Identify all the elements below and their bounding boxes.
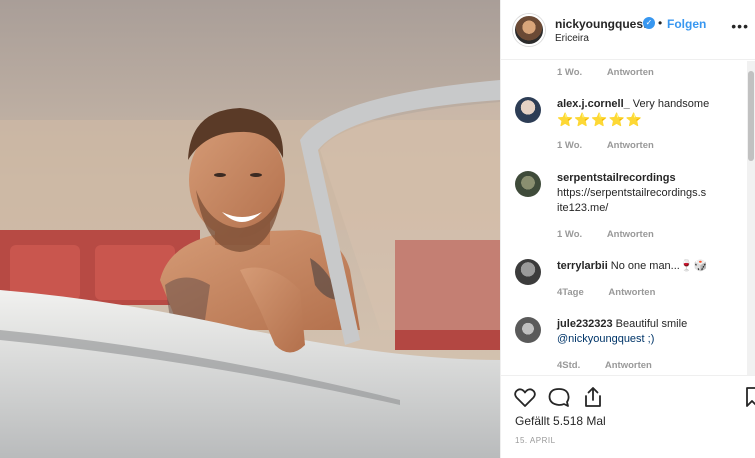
- comment-meta: 1 Wo. Antworten: [557, 140, 654, 151]
- comment-time: 4Tage: [557, 287, 584, 298]
- commenter-avatar[interactable]: [515, 171, 541, 197]
- comment-body: No one man...🍷🎲: [610, 260, 708, 272]
- comment-icon[interactable]: [547, 385, 571, 409]
- bookmark-icon[interactable]: [745, 385, 755, 409]
- likes-count[interactable]: Gefällt 5.518 Mal: [515, 414, 606, 428]
- reply-button[interactable]: Antworten: [605, 360, 652, 371]
- commenter-avatar[interactable]: [515, 97, 541, 123]
- share-icon[interactable]: [581, 385, 605, 409]
- comment-time: 1 Wo.: [557, 140, 583, 151]
- commenter-username[interactable]: terrylarbii: [557, 260, 608, 272]
- post-header: nickyoungquest ✓ • Folgen Ericeira •••: [501, 0, 755, 60]
- comment-mention[interactable]: @nickyoungquest ;): [557, 333, 654, 345]
- heart-icon[interactable]: [513, 385, 537, 409]
- post-image-illustration: [0, 0, 500, 458]
- post-side-panel: nickyoungquest ✓ • Folgen Ericeira ••• 1…: [500, 0, 755, 458]
- comment-body: Very handsome: [632, 98, 710, 110]
- commenter-username[interactable]: jule232323: [557, 318, 613, 330]
- reply-button[interactable]: Antworten: [608, 287, 655, 298]
- reply-button[interactable]: Antworten: [607, 67, 654, 78]
- post-photo[interactable]: [0, 0, 500, 458]
- comment-text: jule232323 Beautiful smile @nickyoungques…: [557, 317, 749, 347]
- comments-scrollbar[interactable]: [747, 61, 755, 375]
- comment-meta: 1 Wo. Antworten: [557, 229, 654, 240]
- follow-button[interactable]: Folgen: [667, 17, 706, 31]
- reply-button[interactable]: Antworten: [607, 140, 654, 151]
- comment-meta: 4Tage Antworten: [557, 287, 655, 298]
- comment-meta: 1 Wo. Antworten: [557, 67, 654, 78]
- author-username[interactable]: nickyoungquest: [555, 17, 647, 31]
- comment-text: alex.j.cornell_ Very handsome ⭐⭐⭐⭐⭐: [557, 97, 749, 129]
- reply-button[interactable]: Antworten: [607, 229, 654, 240]
- author-avatar[interactable]: [513, 14, 545, 46]
- comment-body: Beautiful smile: [615, 318, 688, 330]
- verified-badge-icon: ✓: [643, 17, 655, 29]
- comment-text: serpentstailrecordings https://serpentst…: [557, 171, 707, 216]
- separator-dot: •: [658, 16, 663, 30]
- comment-time: 1 Wo.: [557, 67, 583, 78]
- commenter-username[interactable]: alex.j.cornell_: [557, 98, 630, 110]
- scrollbar-thumb[interactable]: [748, 71, 754, 161]
- comment-time: 1 Wo.: [557, 229, 583, 240]
- comment-link[interactable]: https://serpentstailrecordings.site123.m…: [557, 187, 706, 214]
- comments-list: 1 Wo. Antworten alex.j.cornell_ Very hand…: [501, 61, 755, 375]
- more-options-icon[interactable]: •••: [731, 18, 749, 34]
- post-actions: Gefällt 5.518 Mal 15. APRIL: [501, 375, 755, 458]
- commenter-avatar[interactable]: [515, 259, 541, 285]
- star-emoji-row: ⭐⭐⭐⭐⭐: [557, 112, 643, 127]
- post-location[interactable]: Ericeira: [555, 33, 589, 44]
- commenter-avatar[interactable]: [515, 317, 541, 343]
- comment-time: 4Std.: [557, 360, 581, 371]
- post-date: 15. APRIL: [515, 436, 556, 445]
- comment-meta: 4Std. Antworten: [557, 360, 652, 371]
- comment-text: terrylarbii No one man...🍷🎲: [557, 259, 749, 274]
- commenter-username[interactable]: serpentstailrecordings: [557, 172, 676, 184]
